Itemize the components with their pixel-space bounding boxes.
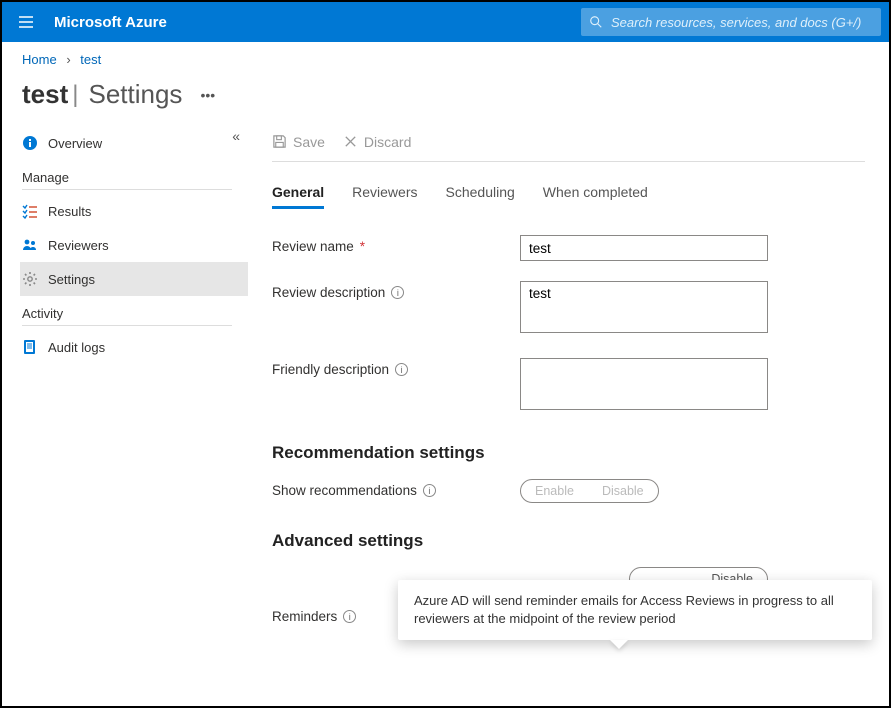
brand-label: Microsoft Azure <box>50 14 167 31</box>
sidebar-item-overview[interactable]: Overview <box>20 126 248 160</box>
hamburger-icon <box>18 14 34 30</box>
log-icon <box>22 339 38 355</box>
toggle-enable-option: Enable <box>521 480 588 502</box>
global-search[interactable] <box>581 8 881 36</box>
sidebar-item-label: Audit logs <box>48 340 105 355</box>
sidebar-item-settings[interactable]: Settings <box>20 262 248 296</box>
sidebar-group-activity: Activity <box>22 306 248 321</box>
review-name-label: Review name* <box>272 235 520 254</box>
sidebar-item-label: Reviewers <box>48 238 109 253</box>
required-asterisk-icon: * <box>360 239 365 254</box>
top-bar: Microsoft Azure <box>2 2 889 42</box>
sidebar-item-label: Overview <box>48 136 102 151</box>
sidebar-item-label: Settings <box>48 272 95 287</box>
review-description-label: Review description i <box>272 281 520 300</box>
show-recommendations-label: Show recommendations i <box>272 479 520 498</box>
save-button[interactable]: Save <box>272 134 325 150</box>
sidebar: « Overview Manage Results Reviewers <box>2 126 248 706</box>
review-name-input[interactable] <box>520 235 768 261</box>
search-icon <box>589 15 603 29</box>
info-icon[interactable]: i <box>391 286 404 299</box>
discard-button[interactable]: Discard <box>343 134 411 150</box>
checklist-icon <box>22 203 38 219</box>
global-search-input[interactable] <box>611 15 873 30</box>
friendly-description-input[interactable] <box>520 358 768 410</box>
resource-title: test <box>22 79 68 110</box>
gear-icon <box>22 271 38 287</box>
tab-general[interactable]: General <box>272 184 324 209</box>
recommendation-settings-heading: Recommendation settings <box>272 443 865 463</box>
sidebar-group-manage: Manage <box>22 170 248 185</box>
command-bar: Save Discard <box>272 126 865 162</box>
save-icon <box>272 134 287 149</box>
page-title: Settings <box>88 79 182 110</box>
tab-reviewers[interactable]: Reviewers <box>352 184 417 209</box>
breadcrumb-home[interactable]: Home <box>22 52 57 67</box>
tab-bar: General Reviewers Scheduling When comple… <box>272 184 865 209</box>
collapse-sidebar-button[interactable]: « <box>232 128 240 144</box>
people-icon <box>22 237 38 253</box>
page-title-row: test | Settings ••• <box>2 71 889 126</box>
show-recommendations-toggle: Enable Disable <box>520 479 659 503</box>
tab-when-completed[interactable]: When completed <box>543 184 648 209</box>
info-icon <box>22 135 38 151</box>
sidebar-item-audit-logs[interactable]: Audit logs <box>20 330 248 364</box>
reminders-tooltip: Azure AD will send reminder emails for A… <box>398 580 872 640</box>
info-icon[interactable]: i <box>395 363 408 376</box>
friendly-description-label: Friendly description i <box>272 358 520 377</box>
close-icon <box>343 134 358 149</box>
more-actions-button[interactable]: ••• <box>200 87 215 103</box>
breadcrumb: Home › test <box>2 42 889 71</box>
info-icon[interactable]: i <box>423 484 436 497</box>
tab-scheduling[interactable]: Scheduling <box>446 184 515 209</box>
sidebar-item-results[interactable]: Results <box>20 194 248 228</box>
sidebar-item-label: Results <box>48 204 91 219</box>
breadcrumb-separator-icon: › <box>66 52 70 67</box>
review-description-input[interactable]: test <box>520 281 768 333</box>
sidebar-item-reviewers[interactable]: Reviewers <box>20 228 248 262</box>
breadcrumb-current[interactable]: test <box>80 52 101 67</box>
toggle-disable-option: Disable <box>588 480 658 502</box>
main-pane: Save Discard General Reviewers Schedulin… <box>248 126 889 706</box>
advanced-settings-heading: Advanced settings <box>272 531 865 551</box>
hamburger-menu-button[interactable] <box>2 2 50 42</box>
info-icon[interactable]: i <box>343 610 356 623</box>
